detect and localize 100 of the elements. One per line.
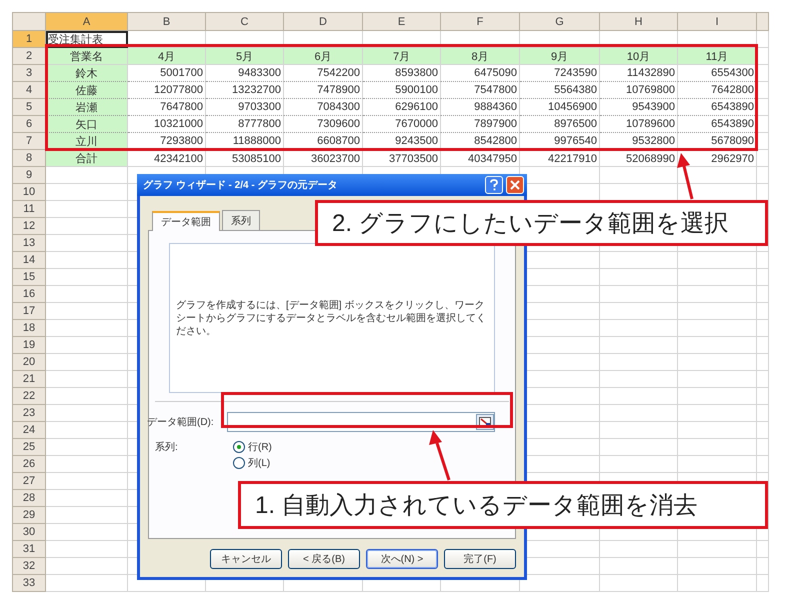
row-header[interactable]: 1 — [13, 31, 46, 48]
table-cell: 4月 — [128, 48, 206, 65]
table-cell — [757, 167, 769, 184]
row-header[interactable]: 7 — [13, 133, 46, 150]
row-header[interactable]: 13 — [13, 235, 46, 252]
table-cell: 5900100 — [363, 82, 441, 99]
row-header[interactable]: 30 — [13, 524, 46, 541]
column-header[interactable]: C — [206, 13, 284, 31]
table-cell — [757, 65, 769, 82]
table-cell: 12077800 — [128, 82, 206, 99]
row-header[interactable]: 15 — [13, 269, 46, 286]
table-cell: 7309600 — [284, 116, 363, 133]
close-icon — [510, 180, 520, 190]
dialog-button[interactable]: < 戻る(B) — [288, 549, 360, 569]
row-header[interactable]: 4 — [13, 82, 46, 99]
row-header[interactable]: 32 — [13, 558, 46, 575]
row-header[interactable]: 20 — [13, 354, 46, 371]
row-header[interactable]: 12 — [13, 218, 46, 235]
table-cell: 9483300 — [206, 65, 284, 82]
table-cell: 7670000 — [363, 116, 441, 133]
tab[interactable]: 系列 — [222, 210, 260, 230]
row-header[interactable]: 17 — [13, 303, 46, 320]
table-cell: 10789600 — [600, 116, 678, 133]
table-cell: 6543890 — [678, 116, 757, 133]
row-header[interactable]: 9 — [13, 167, 46, 184]
table-cell: 10456900 — [520, 99, 600, 116]
table-cell — [757, 422, 769, 439]
column-header[interactable]: A — [46, 13, 128, 31]
column-header[interactable]: E — [363, 13, 441, 31]
table-cell: 52068990 — [600, 150, 678, 167]
dialog-button[interactable]: 次へ(N) > — [366, 549, 438, 569]
table-cell: 7478900 — [284, 82, 363, 99]
dialog-button[interactable]: 完了(F) — [444, 549, 516, 569]
column-header[interactable]: G — [520, 13, 600, 31]
table-cell: 7547800 — [441, 82, 520, 99]
radio-label: 列(L) — [248, 457, 270, 470]
row-header[interactable]: 22 — [13, 388, 46, 405]
row-header[interactable]: 33 — [13, 575, 46, 592]
table-cell — [757, 388, 769, 405]
table-cell: 42217910 — [520, 150, 600, 167]
table-cell: 6543890 — [678, 99, 757, 116]
help-button[interactable] — [485, 176, 503, 194]
table-cell — [757, 133, 769, 150]
table-cell — [757, 354, 769, 371]
radio-label: 行(R) — [248, 441, 272, 454]
row-header[interactable]: 27 — [13, 473, 46, 490]
row-header[interactable]: 8 — [13, 150, 46, 167]
row-header[interactable]: 3 — [13, 65, 46, 82]
table-cell: 合計 — [46, 150, 128, 167]
row-header[interactable]: 24 — [13, 422, 46, 439]
table-cell: 6475090 — [441, 65, 520, 82]
row-header[interactable]: 31 — [13, 541, 46, 558]
tab[interactable]: データ範囲 — [152, 211, 220, 231]
row-header[interactable]: 5 — [13, 99, 46, 116]
help-icon — [489, 179, 499, 191]
table-cell: 9月 — [520, 48, 600, 65]
table-cell: 佐藤 — [46, 82, 128, 99]
row-header[interactable]: 10 — [13, 184, 46, 201]
table-cell: 岩瀬 — [46, 99, 128, 116]
row-header[interactable]: 26 — [13, 456, 46, 473]
row-header[interactable]: 16 — [13, 286, 46, 303]
table-cell — [757, 405, 769, 422]
column-header[interactable]: I — [678, 13, 757, 31]
row-header[interactable]: 14 — [13, 252, 46, 269]
table-cell: 8593800 — [363, 65, 441, 82]
table-cell: 8976500 — [520, 116, 600, 133]
row-header[interactable]: 2 — [13, 48, 46, 65]
table-cell: 矢口 — [46, 116, 128, 133]
row-header[interactable]: 18 — [13, 320, 46, 337]
column-header[interactable]: D — [284, 13, 363, 31]
close-button[interactable] — [506, 176, 524, 194]
table-cell — [757, 575, 769, 592]
radio-option[interactable]: 列(L) — [233, 456, 272, 470]
table-cell: 40347950 — [441, 150, 520, 167]
row-header[interactable]: 23 — [13, 405, 46, 422]
row-header[interactable]: 28 — [13, 490, 46, 507]
row-header[interactable]: 19 — [13, 337, 46, 354]
radio-option[interactable]: 行(R) — [233, 440, 272, 454]
table-cell — [757, 456, 769, 473]
table-cell: 10321000 — [128, 116, 206, 133]
row-header[interactable]: 29 — [13, 507, 46, 524]
table-cell: 鈴木 — [46, 65, 128, 82]
table-cell — [757, 337, 769, 354]
table-cell: 53085100 — [206, 150, 284, 167]
callout-text: 1. 自動入力されているデータ範囲を消去 — [238, 481, 768, 529]
table-cell — [757, 252, 769, 269]
row-header[interactable]: 25 — [13, 439, 46, 456]
table-cell: 9884360 — [441, 99, 520, 116]
table-cell: 5564380 — [520, 82, 600, 99]
column-header[interactable]: F — [441, 13, 520, 31]
row-header[interactable]: 21 — [13, 371, 46, 388]
row-header[interactable]: 6 — [13, 116, 46, 133]
dialog-button[interactable]: キャンセル — [210, 549, 282, 569]
column-header[interactable]: B — [128, 13, 206, 31]
table-cell — [757, 150, 769, 167]
table-cell — [757, 82, 769, 99]
column-header[interactable]: H — [600, 13, 678, 31]
table-cell: 9543900 — [600, 99, 678, 116]
row-header[interactable]: 11 — [13, 201, 46, 218]
table-cell: 42342100 — [128, 150, 206, 167]
